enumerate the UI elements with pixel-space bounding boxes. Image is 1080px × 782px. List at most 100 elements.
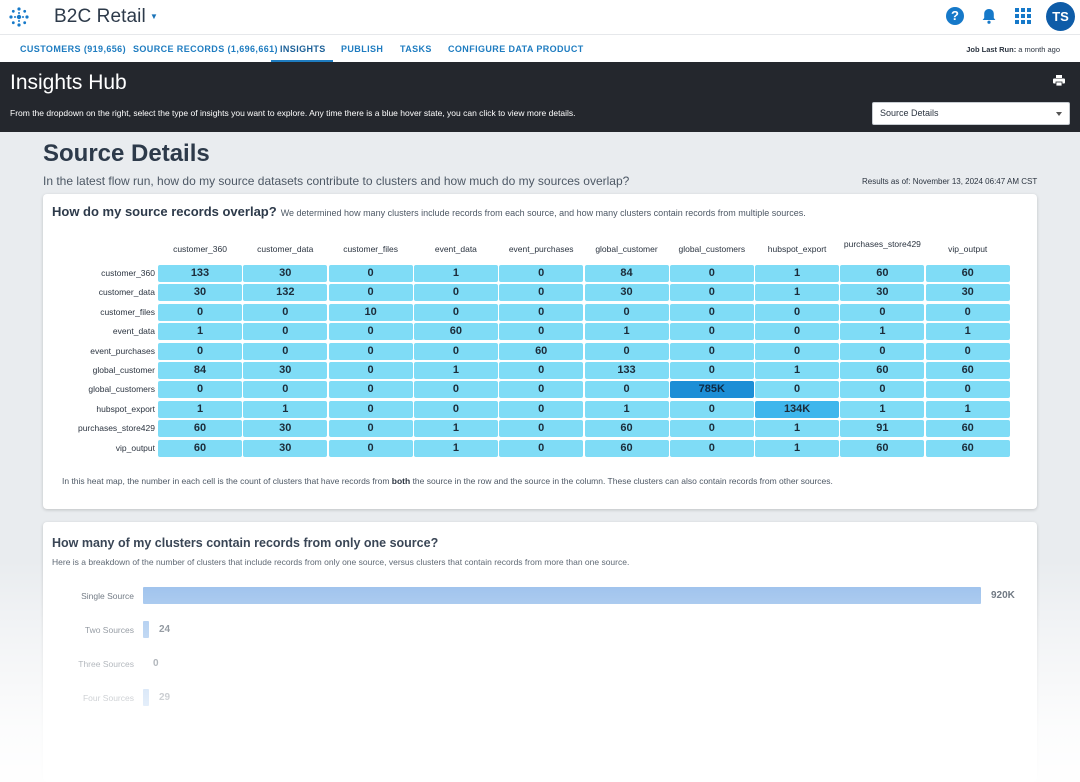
heatmap-cell[interactable]: 60 xyxy=(925,439,1010,457)
heatmap-cell[interactable]: 0 xyxy=(328,342,413,360)
heatmap-cell[interactable]: 60 xyxy=(499,342,584,360)
heatmap-cell[interactable]: 0 xyxy=(243,303,328,321)
heatmap-cell[interactable]: 1 xyxy=(755,420,840,438)
heatmap-cell[interactable]: 60 xyxy=(158,420,242,438)
heatmap-cell[interactable]: 60 xyxy=(584,420,669,438)
tab-customers[interactable]: CUSTOMERS (919,656) xyxy=(20,44,126,54)
user-avatar[interactable]: TS xyxy=(1046,2,1075,31)
heatmap-cell[interactable]: 1 xyxy=(413,420,498,438)
heatmap-cell[interactable]: 0 xyxy=(413,342,498,360)
heatmap-cell[interactable]: 1 xyxy=(584,400,669,418)
heatmap-cell[interactable]: 0 xyxy=(584,303,669,321)
heatmap-cell[interactable]: 0 xyxy=(755,323,840,341)
heatmap-cell[interactable]: 60 xyxy=(840,265,925,282)
heatmap-cell[interactable]: 1 xyxy=(413,265,498,282)
heatmap-cell[interactable]: 0 xyxy=(669,362,754,379)
heatmap-cell[interactable]: 30 xyxy=(243,265,328,282)
heatmap-cell[interactable]: 30 xyxy=(584,284,669,302)
heatmap-cell[interactable]: 0 xyxy=(755,303,840,321)
heatmap-cell[interactable]: 0 xyxy=(328,284,413,302)
heatmap-cell[interactable]: 0 xyxy=(328,400,413,418)
tab-tasks[interactable]: TASKS xyxy=(400,44,432,54)
notifications-bell-icon[interactable] xyxy=(980,7,998,25)
heatmap-cell[interactable]: 0 xyxy=(328,381,413,399)
heatmap-cell[interactable]: 1 xyxy=(755,284,840,302)
heatmap-cell[interactable]: 30 xyxy=(840,284,925,302)
app-switcher-chevron-icon[interactable]: ▼ xyxy=(150,12,158,21)
heatmap-cell[interactable]: 30 xyxy=(243,362,328,379)
heatmap-cell[interactable]: 0 xyxy=(499,284,584,302)
heatmap-cell[interactable]: 0 xyxy=(755,381,840,399)
heatmap-cell[interactable]: 0 xyxy=(669,265,754,282)
heatmap-cell[interactable]: 0 xyxy=(925,303,1010,321)
heatmap-cell[interactable]: 60 xyxy=(840,439,925,457)
heatmap-cell[interactable]: 0 xyxy=(499,420,584,438)
app-title[interactable]: B2C Retail xyxy=(54,6,146,28)
heatmap-cell[interactable]: 60 xyxy=(840,362,925,379)
heatmap-cell[interactable]: 60 xyxy=(925,362,1010,379)
heatmap-cell[interactable]: 0 xyxy=(499,381,584,399)
heatmap-cell[interactable]: 0 xyxy=(158,342,242,360)
heatmap-cell[interactable]: 1 xyxy=(243,400,328,418)
heatmap-cell[interactable]: 0 xyxy=(499,323,584,341)
heatmap-cell[interactable]: 0 xyxy=(925,381,1010,399)
heatmap-cell[interactable]: 1 xyxy=(755,439,840,457)
heatmap-cell[interactable]: 30 xyxy=(925,284,1010,302)
heatmap-cell[interactable]: 0 xyxy=(669,400,754,418)
bar[interactable] xyxy=(143,587,981,604)
help-icon[interactable]: ? xyxy=(946,7,964,25)
heatmap-cell[interactable]: 0 xyxy=(840,303,925,321)
heatmap-cell[interactable]: 1 xyxy=(158,323,242,341)
heatmap-cell[interactable]: 60 xyxy=(158,439,242,457)
heatmap-cell[interactable]: 1 xyxy=(158,400,242,418)
tab-source-records[interactable]: SOURCE RECORDS (1,696,661) xyxy=(133,44,278,54)
heatmap-cell[interactable]: 1 xyxy=(840,323,925,341)
heatmap-cell[interactable]: 91 xyxy=(840,420,925,438)
heatmap-cell[interactable]: 1 xyxy=(755,265,840,282)
heatmap-cell[interactable]: 0 xyxy=(669,284,754,302)
bar[interactable] xyxy=(143,689,149,706)
heatmap-cell[interactable]: 0 xyxy=(328,439,413,457)
heatmap-cell[interactable]: 0 xyxy=(413,284,498,302)
heatmap-cell[interactable]: 132 xyxy=(243,284,328,302)
heatmap-cell[interactable]: 1 xyxy=(755,362,840,379)
app-logo-icon[interactable] xyxy=(7,5,31,29)
heatmap-cell[interactable]: 133 xyxy=(584,362,669,379)
heatmap-cell[interactable]: 0 xyxy=(925,342,1010,360)
heatmap-cell[interactable]: 0 xyxy=(669,342,754,360)
tab-insights[interactable]: INSIGHTS xyxy=(280,44,326,54)
heatmap-cell[interactable]: 0 xyxy=(158,303,242,321)
heatmap-cell[interactable]: 0 xyxy=(584,342,669,360)
heatmap-cell[interactable]: 60 xyxy=(925,420,1010,438)
heatmap-cell[interactable]: 0 xyxy=(669,303,754,321)
heatmap-cell[interactable]: 1 xyxy=(413,439,498,457)
heatmap-cell[interactable]: 0 xyxy=(328,265,413,282)
heatmap-cell[interactable]: 0 xyxy=(499,303,584,321)
tab-publish[interactable]: PUBLISH xyxy=(341,44,383,54)
heatmap-cell[interactable]: 785K xyxy=(669,381,754,399)
heatmap-cell[interactable]: 134K xyxy=(755,400,840,418)
heatmap-cell[interactable]: 1 xyxy=(413,362,498,379)
heatmap-cell[interactable]: 0 xyxy=(499,439,584,457)
heatmap-cell[interactable]: 0 xyxy=(499,265,584,282)
insight-type-select[interactable]: Source Details xyxy=(872,102,1070,125)
heatmap-cell[interactable]: 0 xyxy=(328,420,413,438)
heatmap-cell[interactable]: 0 xyxy=(755,342,840,360)
heatmap-cell[interactable]: 1 xyxy=(925,323,1010,341)
apps-grid-icon[interactable] xyxy=(1015,8,1031,24)
heatmap-cell[interactable]: 0 xyxy=(669,420,754,438)
heatmap-cell[interactable]: 0 xyxy=(413,381,498,399)
heatmap-cell[interactable]: 1 xyxy=(925,400,1010,418)
heatmap-cell[interactable]: 30 xyxy=(243,420,328,438)
heatmap-cell[interactable]: 0 xyxy=(158,381,242,399)
heatmap-cell[interactable]: 0 xyxy=(243,381,328,399)
heatmap-cell[interactable]: 0 xyxy=(669,439,754,457)
heatmap-cell[interactable]: 1 xyxy=(584,323,669,341)
print-icon[interactable] xyxy=(1053,75,1065,86)
heatmap-cell[interactable]: 84 xyxy=(158,362,242,379)
heatmap-cell[interactable]: 0 xyxy=(243,323,328,341)
heatmap-cell[interactable]: 30 xyxy=(243,439,328,457)
heatmap-cell[interactable]: 0 xyxy=(328,362,413,379)
bar[interactable] xyxy=(143,621,149,638)
heatmap-cell[interactable]: 10 xyxy=(328,303,413,321)
